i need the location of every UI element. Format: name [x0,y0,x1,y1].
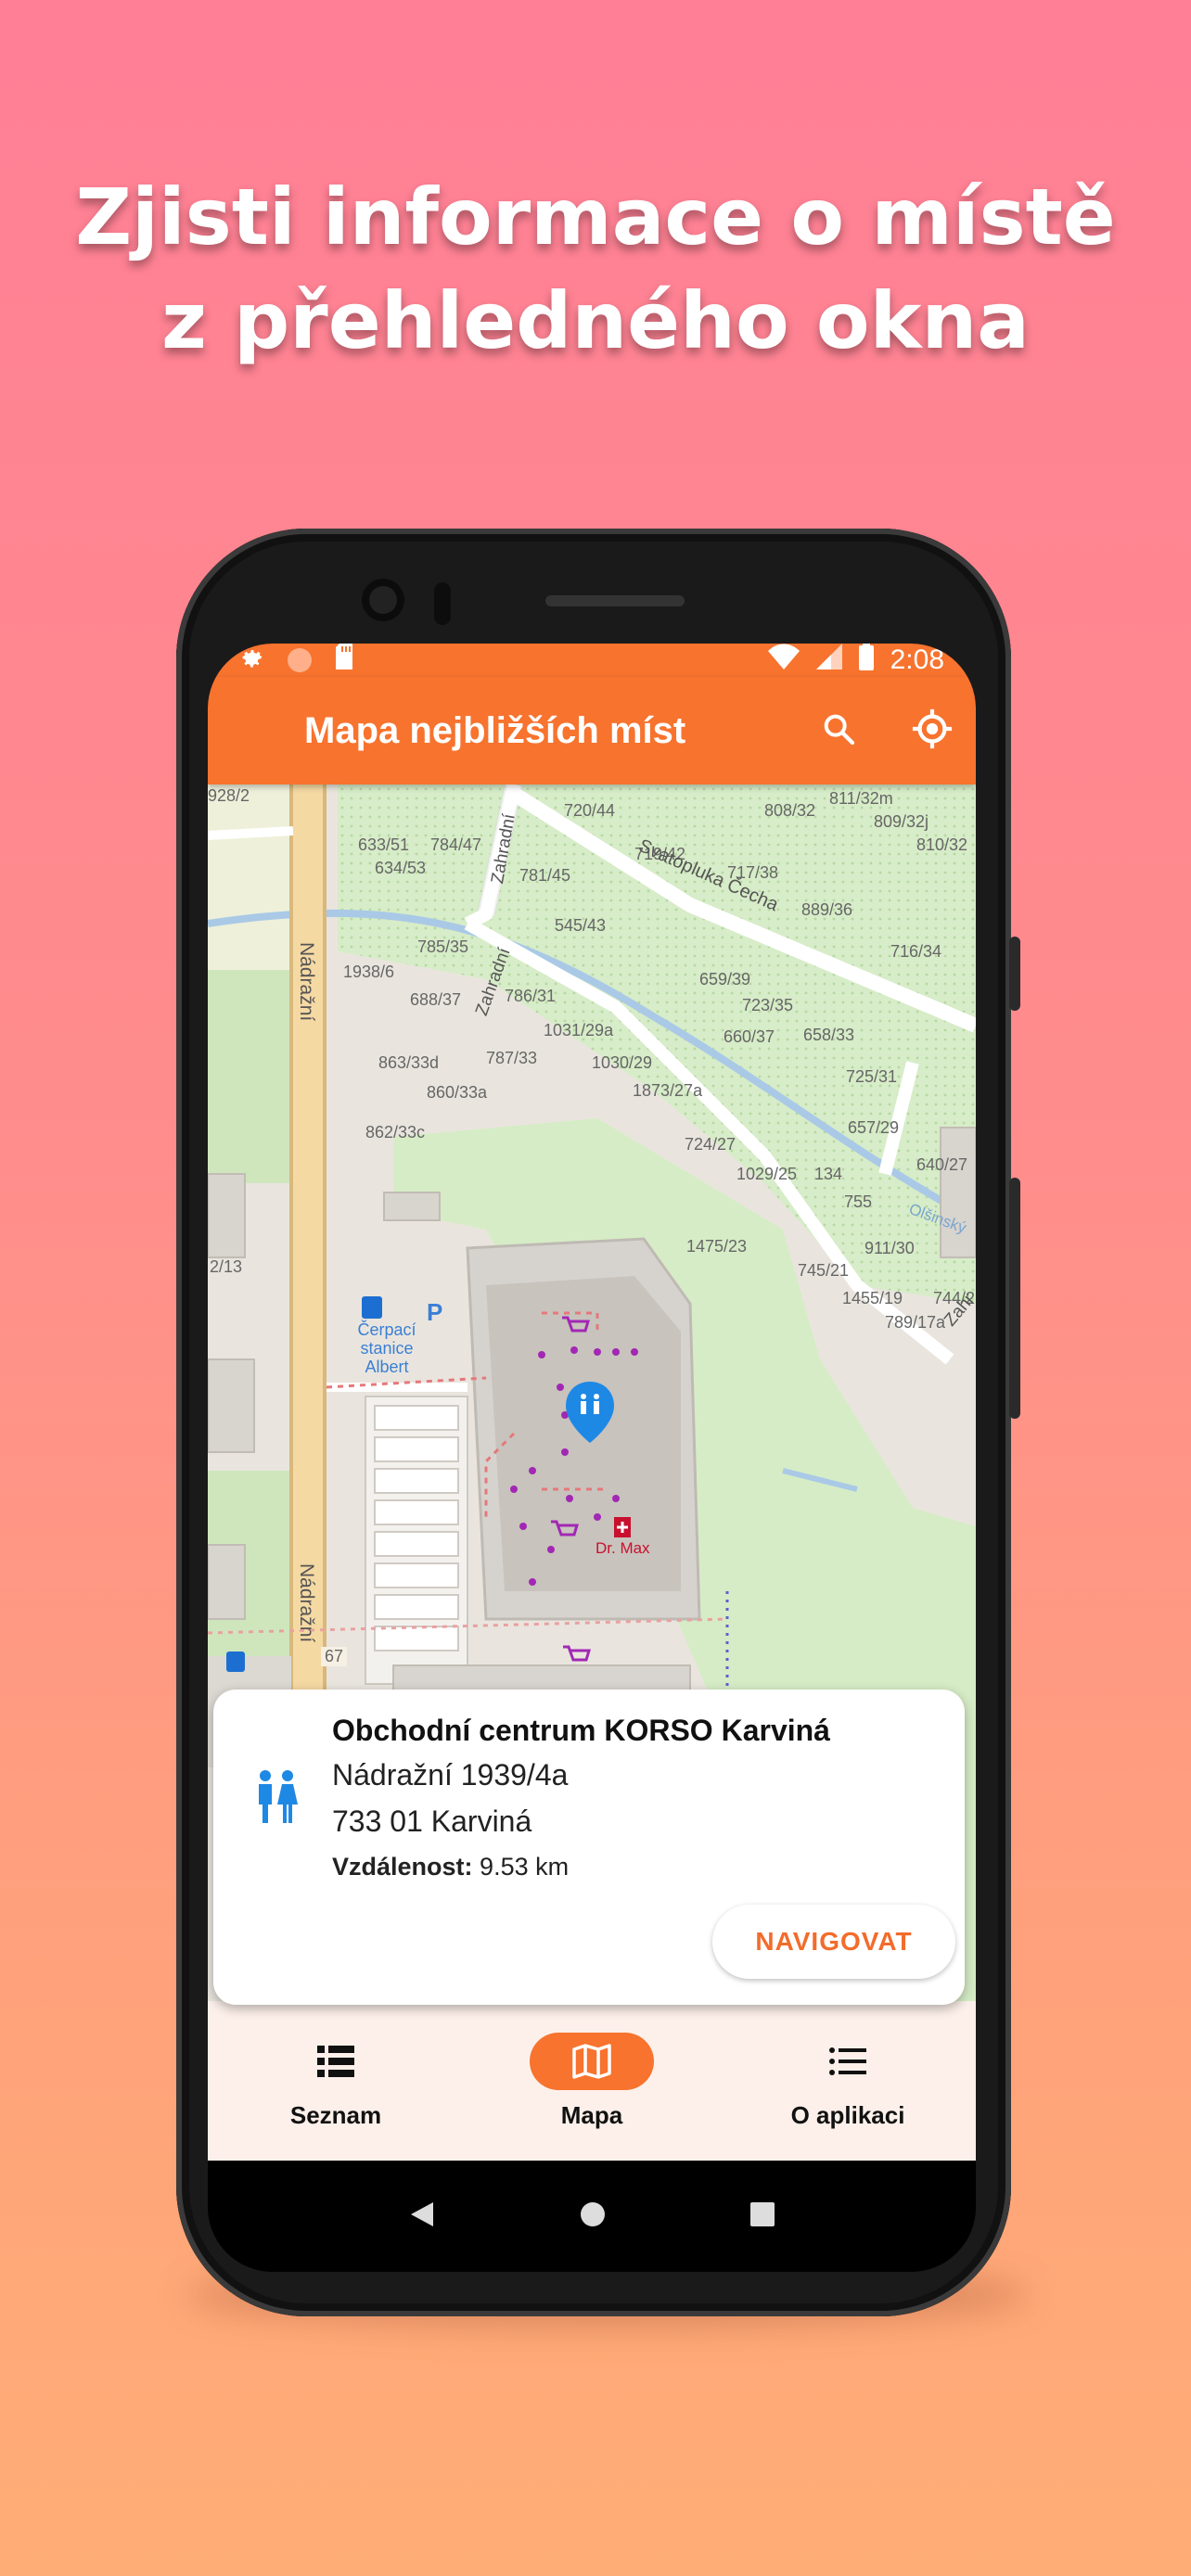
street-label-zahradni: Zahradní [472,945,515,1019]
house-number: 862/33c [365,1123,426,1141]
headline-line-2: z přehledného okna [161,275,1030,366]
map-icon [530,2033,654,2090]
house-number: 1455/19 [842,1289,903,1307]
house-number: 545/43 [555,916,607,935]
place-city: 733 01 Karviná [332,1804,532,1838]
street-label-nadrazni: Nádražní [296,942,317,1022]
nav-label: Mapa [560,2101,623,2129]
house-number: 1873/27a [633,1081,703,1100]
home-icon[interactable] [579,2200,607,2233]
promo-headline: Zjisti informace o místě z přehledného o… [0,165,1191,373]
street-label-olsinsky: Olšinský [906,1200,969,1237]
nav-item-o-aplikaci[interactable]: O aplikaci [720,2001,976,2161]
house-number: 723/35 [742,996,794,1014]
my-location-icon[interactable] [911,708,954,755]
app-bar: Mapa nejbližších míst [208,677,976,784]
proximity-sensor [434,582,451,625]
about-list-icon [786,2033,910,2090]
toilets-icon [254,1769,299,1830]
house-number: 789/17a [885,1313,946,1332]
system-navigation-bar [208,2161,976,2272]
nav-item-mapa[interactable]: Mapa [464,2001,720,2161]
house-number: 786/31 [505,987,557,1005]
house-number: 755 [844,1192,873,1211]
house-number: 716/34 [890,942,942,961]
fuel-station-label: Čerpací stanice Albert [357,1320,416,1376]
house-number: 1029/25 [736,1165,798,1183]
house-number: 911/30 [864,1239,915,1257]
place-distance: Vzdálenost: 9.53 km [332,1853,569,1881]
house-number: 633/51 [358,835,410,854]
house-number: 724/27 [685,1135,736,1154]
status-bar: 2:08 [208,644,976,677]
house-number: 781/45 [519,866,571,885]
house-number: 810/32 [916,835,968,854]
house-number: 659/39 [699,970,751,988]
house-number: 134 [814,1165,843,1183]
circle-icon [288,648,312,672]
house-number: 889/36 [801,900,853,919]
house-number: 640/27 [916,1155,968,1174]
battery-icon [858,644,874,678]
house-number: 1938/6 [343,963,395,981]
house-number: 725/31 [846,1067,898,1086]
nav-label: Seznam [289,2101,382,2129]
house-number: 658/33 [803,1026,855,1044]
house-number: 720/44 [564,801,616,820]
house-number: 2/13 [210,1257,243,1276]
place-street: Nádražní 1939/4a [332,1758,569,1792]
pharmacy-label: Dr. Max [596,1539,650,1557]
house-number: 1030/29 [592,1053,653,1072]
house-number: 787/33 [486,1049,538,1067]
house-number: 1475/23 [686,1237,748,1256]
gear-icon [239,644,265,677]
house-number: 809/32j [874,812,929,831]
street-label-zahradni: Zahradní [488,812,519,886]
street-label-nadrazni: Nádražní [296,1563,317,1643]
house-number: 808/32 [764,801,816,820]
distance-label: Vzdálenost: [332,1853,473,1881]
house-number: 860/33a [427,1083,488,1102]
house-number: 1031/29a [544,1021,614,1039]
place-name: Obchodní centrum KORSO Karviná [332,1714,830,1747]
house-number: 784/47 [430,835,482,854]
house-number: 634/53 [375,859,427,877]
bottom-navigation: Seznam Mapa O aplikaci [208,2001,976,2161]
phone-volume-button [1009,1178,1020,1419]
status-time: 2:08 [890,644,944,675]
phone-screen: 2:08 Mapa nejbližších míst P 928/2 633/5… [208,644,976,2272]
front-camera [362,579,404,621]
house-number: 928/2 [208,786,250,805]
nav-label: O aplikaci [790,2101,905,2129]
house-number: 657/29 [848,1118,900,1137]
house-number: 785/35 [417,937,469,956]
sd-card-icon [334,644,354,677]
house-number: 811/32m [829,789,893,808]
house-number: 863/33d [378,1053,440,1072]
distance-value: 9.53 km [480,1853,570,1881]
navigate-button[interactable]: NAVIGOVAT [712,1905,955,1979]
phone-frame: 2:08 Mapa nejbližších míst P 928/2 633/5… [176,529,1020,2316]
phone-side-button [1009,937,1020,1011]
headline-line-1: Zjisti informace o místě [75,172,1116,262]
search-icon[interactable] [820,710,857,752]
app-title: Mapa nejbližších míst [304,709,686,751]
nav-item-seznam[interactable]: Seznam [208,2001,464,2161]
wifi-icon [767,644,800,677]
earpiece-speaker [545,595,685,606]
house-number: 745/21 [798,1261,850,1280]
recents-icon[interactable] [749,2201,775,2231]
house-number: 688/37 [410,990,462,1009]
house-number: 67 [321,1647,348,1666]
place-detail-card: Obchodní centrum KORSO Karviná Nádražní … [213,1690,965,2005]
signal-icon [815,644,842,677]
list-icon [274,2033,398,2090]
house-number: 660/37 [724,1027,775,1046]
back-icon[interactable] [409,2200,435,2233]
